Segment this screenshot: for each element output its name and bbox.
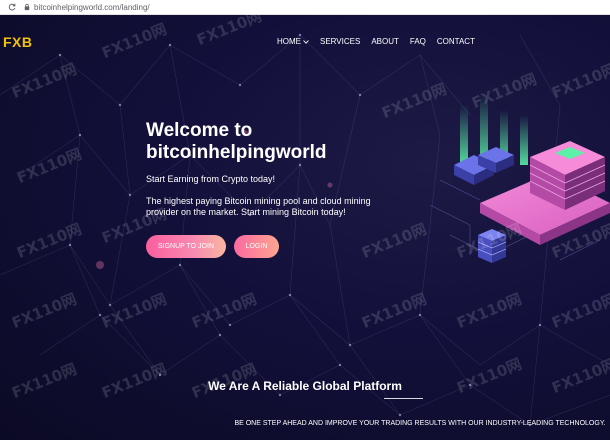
main-nav: HOME SERVICES ABOUT FAQ CONTACT	[277, 37, 486, 46]
nav-services[interactable]: SERVICES	[320, 37, 360, 46]
reload-icon[interactable]	[8, 3, 16, 11]
nav-home[interactable]: HOME	[277, 37, 309, 46]
hero-subtitle: Start Earning from Crypto today!	[146, 174, 276, 184]
section-text: BE ONE STEP AHEAD AND IMPROVE YOUR TRADI…	[234, 420, 606, 427]
landing-page: FXB HOME SERVICES ABOUT FAQ CONTACT Welc…	[0, 15, 610, 440]
browser-address-bar: bitcoinhelpingworld.com/landing/	[0, 0, 610, 15]
hero-description: The highest paying Bitcoin mining pool a…	[146, 196, 371, 217]
mining-server-illustration	[429, 95, 610, 263]
hero-title-welcome: Welcome	[146, 120, 230, 141]
url-text[interactable]: bitcoinhelpingworld.com/landing/	[34, 3, 150, 12]
login-button[interactable]: LOGIN	[234, 235, 279, 258]
section-title: We Are A Reliable Global Platform	[208, 379, 402, 393]
nav-faq[interactable]: FAQ	[410, 37, 426, 46]
hero-title-site: bitcoinhelpingworld	[146, 142, 327, 163]
chevron-down-icon	[303, 39, 309, 44]
section-divider	[384, 398, 423, 399]
lock-icon	[24, 3, 30, 11]
site-logo[interactable]: FXB	[3, 34, 33, 50]
signup-button[interactable]: SIGNUP TO JOIN	[146, 235, 226, 258]
nav-about[interactable]: ABOUT	[371, 37, 399, 46]
nav-contact[interactable]: CONTACT	[437, 37, 475, 46]
nav-home-label: HOME	[277, 37, 301, 46]
hero-title: Welcome to bitcoinhelpingworld	[146, 120, 326, 164]
hero-title-to: to	[234, 120, 253, 141]
